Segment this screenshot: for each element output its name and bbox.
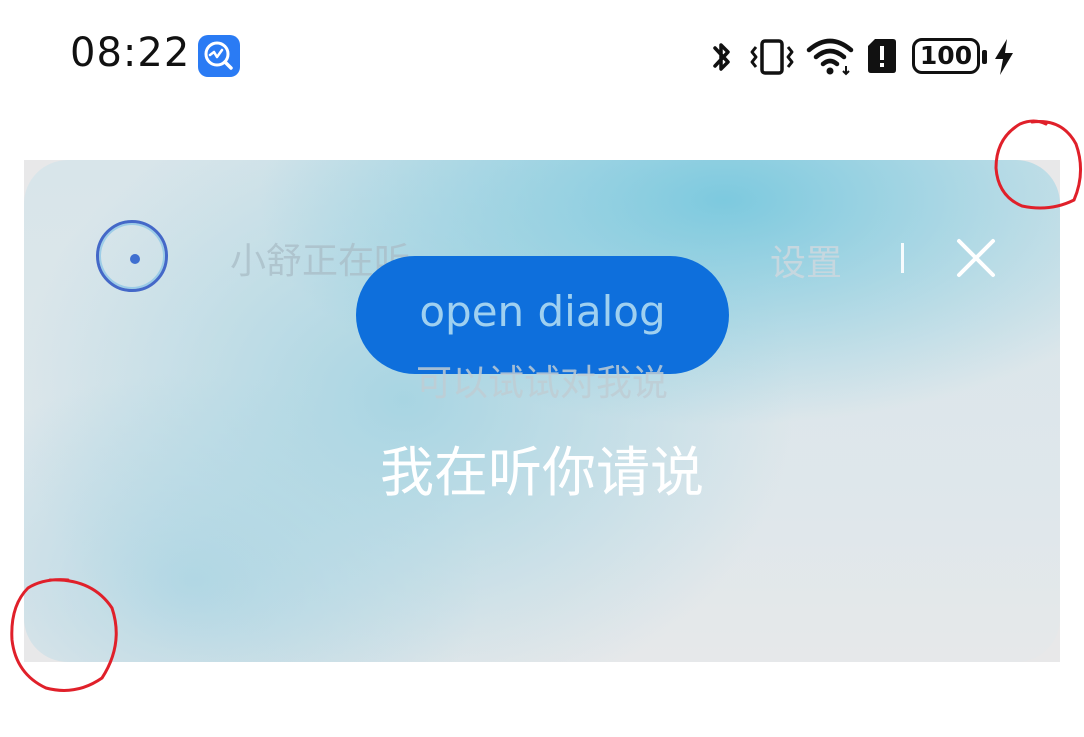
annotation-circle-top-right <box>994 119 1082 210</box>
wifi-icon <box>806 38 854 76</box>
sim-alert-icon <box>868 39 896 73</box>
close-icon <box>957 239 995 277</box>
vibrate-icon <box>750 39 794 75</box>
charging-icon <box>995 39 1013 75</box>
bluetooth-icon <box>713 43 730 71</box>
listening-dot <box>130 254 140 264</box>
battery-level: 100 <box>919 41 973 70</box>
battery-tip <box>982 50 987 64</box>
voice-assistant-panel <box>24 160 1060 662</box>
main-prompt: 我在听你请说 <box>380 441 704 504</box>
hint-text: 可以试试对我说 <box>415 363 668 404</box>
status-time: 08:22 <box>70 30 191 76</box>
settings-button[interactable]: 设置 <box>770 234 842 286</box>
screen: 08:22 100 小舒正在听... 设置 open dialog 可以试试对我… <box>0 0 1084 737</box>
divider <box>901 243 904 273</box>
open-dialog-label: open dialog <box>419 286 666 336</box>
close-button[interactable] <box>952 232 1000 284</box>
voice-assistant-card <box>24 160 1060 662</box>
battery-icon: 100 <box>912 38 980 74</box>
status-bar: 08:22 100 <box>0 0 1084 110</box>
app-notification-icon <box>198 35 240 77</box>
listening-indicator-icon <box>96 220 168 292</box>
annotation-circle-bottom-left <box>10 578 118 692</box>
